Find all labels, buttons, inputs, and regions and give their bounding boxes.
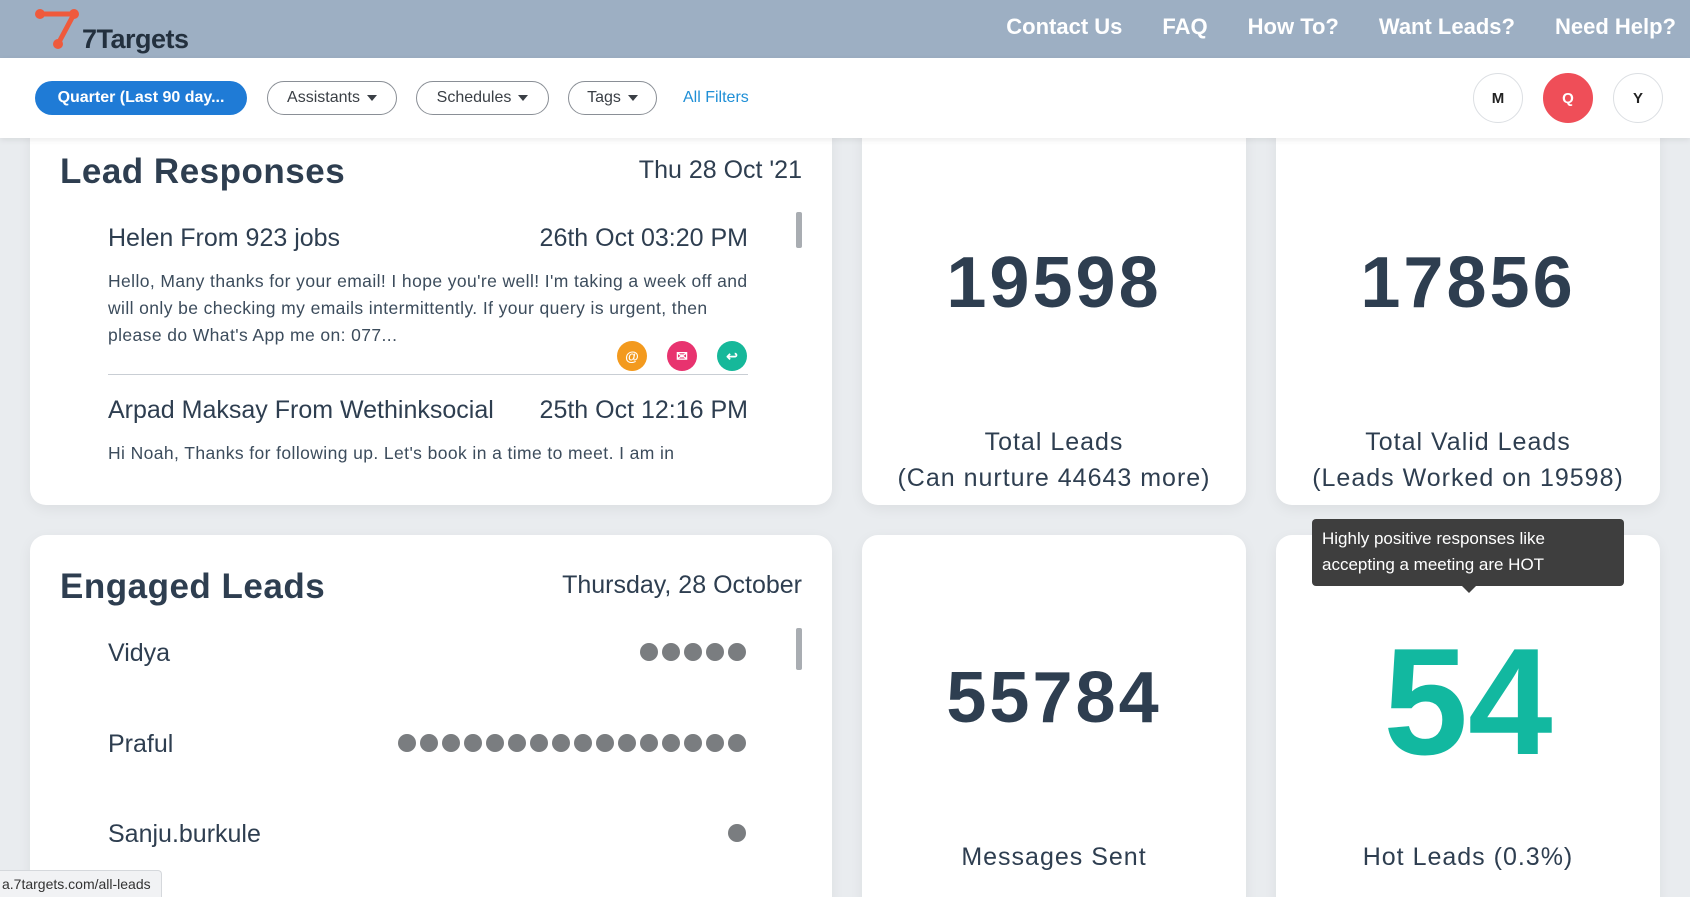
total-valid-leads-sublabel: (Leads Worked on 19598) — [1312, 464, 1624, 492]
card-date: Thu 28 Oct '21 — [638, 156, 802, 184]
card-title: Lead Responses — [60, 152, 346, 191]
engagement-dot — [464, 734, 482, 752]
hot-leads-label: Hot Leads (0.3%) — [1362, 843, 1574, 871]
engaged-lead-name[interactable]: Praful — [108, 730, 173, 759]
at-glyph: @ — [625, 348, 639, 364]
at-icon[interactable]: @ — [617, 341, 647, 371]
top-navbar: 7Targets Contact Us FAQ How To? Want Lea… — [0, 0, 1690, 58]
brand-name: 7Targets — [82, 24, 189, 54]
schedules-label: Schedules — [436, 89, 512, 106]
total-leads-card: 19598 Total Leads (Can nurture 44643 mor… — [862, 120, 1246, 505]
engagement-dot — [530, 734, 548, 752]
browser-status-url: a.7targets.com/all-leads — [0, 870, 162, 897]
total-leads-label: Total Leads — [984, 428, 1124, 456]
engagement-dots — [728, 824, 746, 842]
schedules-dropdown[interactable]: Schedules — [416, 81, 549, 115]
engagement-dot — [640, 734, 658, 752]
engagement-dot — [662, 643, 680, 661]
caret-down-icon — [518, 95, 529, 101]
messages-sent-label: Messages Sent — [961, 843, 1147, 871]
engagement-dot — [728, 643, 746, 661]
total-leads-sublabel: (Can nurture 44643 more) — [897, 464, 1211, 492]
list-divider — [108, 374, 748, 375]
engagement-dot — [486, 734, 504, 752]
total-leads-value: 19598 — [946, 243, 1162, 323]
response-body: Hello, Many thanks for your email! I hop… — [108, 271, 748, 345]
engagement-dot — [420, 734, 438, 752]
response-item[interactable]: Helen From 923 jobs 26th Oct 03:20 PM He… — [108, 224, 748, 384]
engagement-dot — [618, 734, 636, 752]
engagement-dot — [706, 643, 724, 661]
envelope-glyph: ✉ — [676, 347, 688, 364]
nav-link-contact-us[interactable]: Contact Us — [1006, 14, 1122, 40]
engaged-leads-card: Engaged Leads Thursday, 28 October Vidya… — [30, 535, 832, 897]
scrollbar-thumb[interactable] — [796, 212, 802, 248]
nav-link-how-to[interactable]: How To? — [1248, 14, 1339, 40]
engagement-dots — [640, 643, 746, 661]
engagement-dot — [552, 734, 570, 752]
response-body: Hi Noah, Thanks for following up. Let's … — [108, 443, 675, 463]
response-item[interactable]: Arpad Maksay From Wethinksocial 25th Oct… — [108, 396, 748, 505]
nav-links: Contact Us FAQ How To? Want Leads? Need … — [1006, 14, 1676, 40]
engagement-dot — [684, 643, 702, 661]
engagement-dot — [596, 734, 614, 752]
card-date: Thursday, 28 October — [562, 571, 802, 599]
all-filters-link[interactable]: All Filters — [683, 89, 749, 107]
engagement-dot — [728, 824, 746, 842]
response-sender: Arpad Maksay From Wethinksocial — [108, 396, 494, 424]
total-valid-leads-label: Total Valid Leads — [1365, 428, 1571, 456]
assistants-label: Assistants — [287, 89, 360, 106]
engagement-dots — [398, 734, 746, 752]
tooltip-arrow — [1462, 586, 1476, 593]
engagement-dot — [398, 734, 416, 752]
assistants-dropdown[interactable]: Assistants — [267, 81, 397, 115]
scrollbar-thumb[interactable] — [796, 628, 802, 670]
engaged-lead-name[interactable]: Vidya — [108, 639, 170, 668]
range-year-button[interactable]: Y — [1613, 73, 1663, 123]
hot-leads-value: 54 — [1383, 617, 1553, 787]
engagement-dot — [728, 734, 746, 752]
lead-responses-card: Lead Responses Thu 28 Oct '21 Helen From… — [30, 120, 832, 505]
caret-down-icon — [366, 95, 377, 101]
period-filter-button[interactable]: Quarter (Last 90 day... — [35, 81, 247, 115]
reply-glyph: ↩ — [726, 347, 738, 364]
logo-mark-icon — [35, 9, 79, 49]
engaged-lead-name[interactable]: Sanju.burkule — [108, 820, 261, 849]
engagement-dot — [442, 734, 460, 752]
caret-down-icon — [627, 95, 638, 101]
card-title: Engaged Leads — [60, 567, 326, 606]
tags-label: Tags — [587, 89, 621, 106]
response-time: 26th Oct 03:20 PM — [539, 224, 748, 252]
messages-sent-card: 55784 Messages Sent — [862, 535, 1246, 897]
range-quarter-button[interactable]: Q — [1543, 73, 1593, 123]
messages-sent-value: 55784 — [946, 658, 1162, 738]
total-valid-leads-value: 17856 — [1360, 243, 1576, 323]
engagement-dot — [684, 734, 702, 752]
nav-link-need-help[interactable]: Need Help? — [1555, 14, 1676, 40]
engagement-dot — [706, 734, 724, 752]
reply-icon[interactable]: ↩ — [717, 341, 747, 371]
hot-leads-tooltip: Highly positive responses like accepting… — [1312, 519, 1624, 586]
engagement-dot — [574, 734, 592, 752]
filter-bar: Quarter (Last 90 day... Assistants Sched… — [0, 58, 1690, 138]
total-valid-leads-card: 17856 Total Valid Leads (Leads Worked on… — [1276, 120, 1660, 505]
range-month-button[interactable]: M — [1473, 73, 1523, 123]
nav-link-want-leads[interactable]: Want Leads? — [1379, 14, 1515, 40]
response-sender: Helen From 923 jobs — [108, 224, 341, 252]
engagement-dot — [508, 734, 526, 752]
brand-logo[interactable]: 7Targets — [34, 4, 214, 54]
response-time: 25th Oct 12:16 PM — [539, 396, 748, 424]
envelope-icon[interactable]: ✉ — [667, 341, 697, 371]
tags-dropdown[interactable]: Tags — [568, 81, 657, 115]
nav-link-faq[interactable]: FAQ — [1162, 14, 1207, 40]
engagement-dot — [640, 643, 658, 661]
engagement-dot — [662, 734, 680, 752]
